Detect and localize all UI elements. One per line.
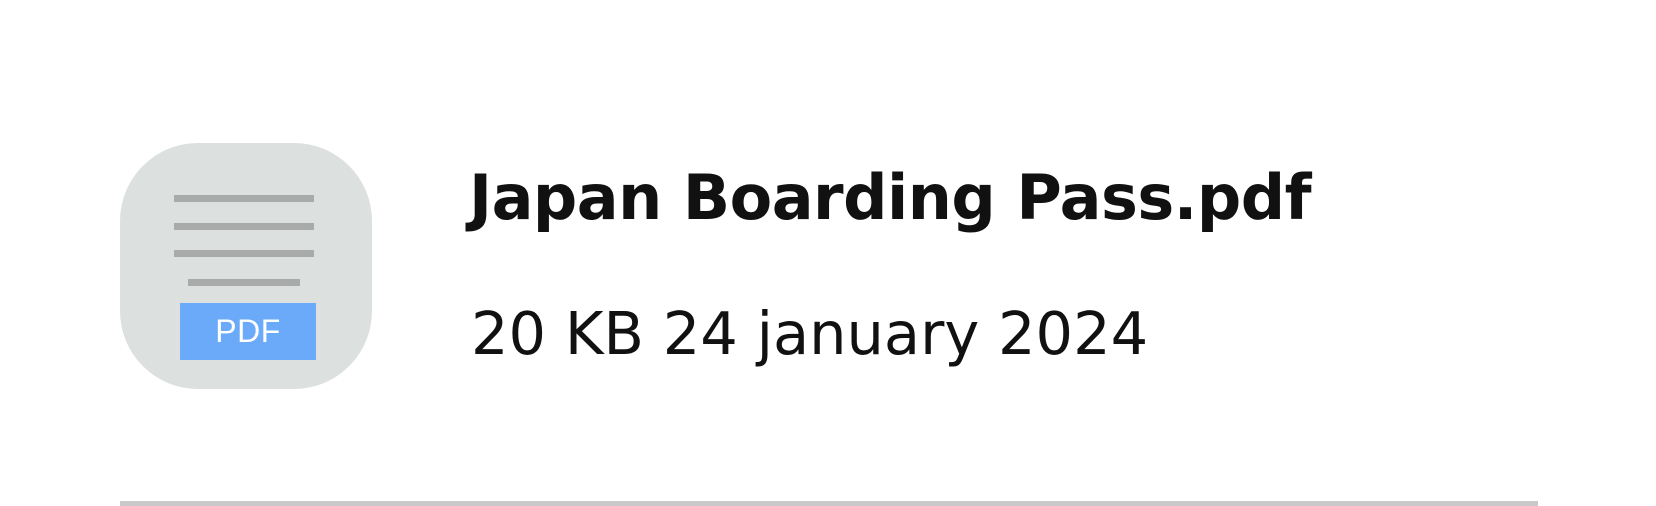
divider xyxy=(120,501,1538,506)
pdf-file-icon: PDF xyxy=(120,143,372,389)
document-line xyxy=(188,279,300,286)
file-type-badge: PDF xyxy=(180,303,316,360)
document-line xyxy=(174,195,314,202)
file-date: 24 january 2024 xyxy=(662,299,1149,368)
file-list-item[interactable]: PDF Japan Boarding Pass.pdf 20 KB 24 jan… xyxy=(0,0,1656,506)
file-size: 20 KB xyxy=(471,299,644,368)
document-line xyxy=(174,250,314,257)
document-line xyxy=(174,223,314,230)
file-meta: 20 KB 24 january 2024 xyxy=(471,296,1148,372)
file-name: Japan Boarding Pass.pdf xyxy=(469,161,1312,234)
